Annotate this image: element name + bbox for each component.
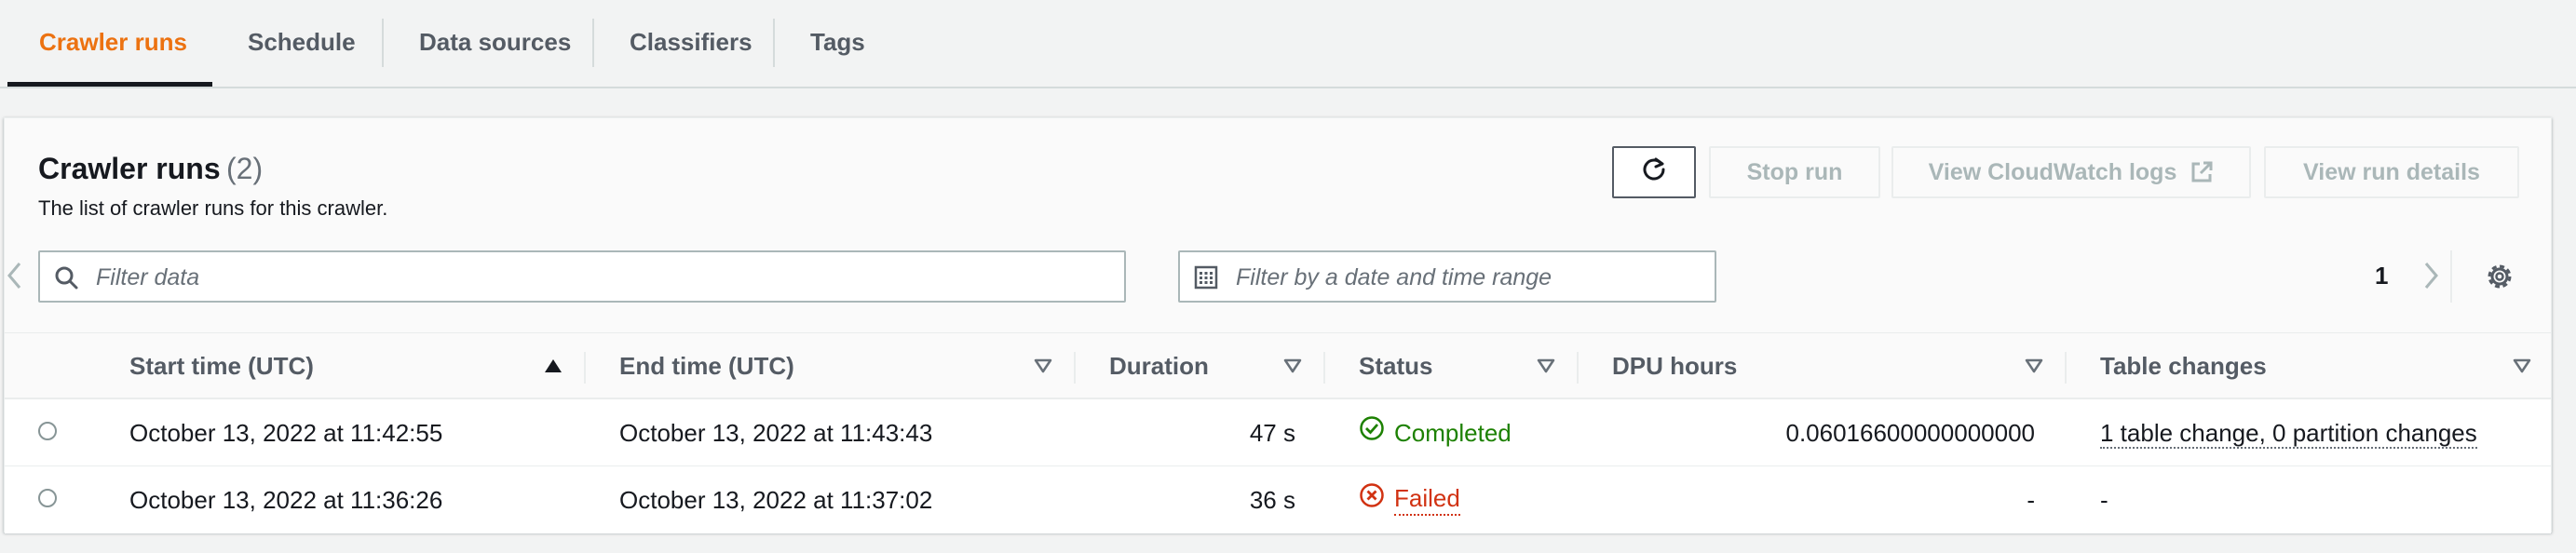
success-check-icon xyxy=(1359,399,1394,466)
gear-icon[interactable] xyxy=(2484,261,2515,297)
crawler-runs-panel: Crawler runs (2) The list of crawler run… xyxy=(4,117,2552,533)
filter-data-input[interactable] xyxy=(94,252,966,303)
tab-data-sources[interactable]: Data sources xyxy=(419,0,571,87)
pager-divider xyxy=(2450,250,2452,303)
status-text: Completed xyxy=(1394,419,1512,447)
duration-cell: 47 s xyxy=(1249,419,1295,447)
tab-divider xyxy=(773,19,775,67)
current-page-number[interactable]: 1 xyxy=(2375,262,2388,290)
tab-crawler-runs[interactable]: Crawler runs xyxy=(39,0,187,87)
calendar-icon xyxy=(1193,264,1219,295)
table-changes-cell: - xyxy=(2100,486,2108,514)
table-header: Start time (UTC) End time (UTC) Duration… xyxy=(5,332,2551,399)
sort-caret-down-icon[interactable] xyxy=(1536,356,1556,381)
start-time-cell: October 13, 2022 at 11:36:26 xyxy=(129,486,443,514)
tab-bar: Crawler runs Schedule Data sources Class… xyxy=(0,0,2576,88)
view-run-details-button[interactable]: View run details xyxy=(2264,146,2519,198)
column-divider xyxy=(1074,352,1076,384)
dpu-hours-cell: 0.06016600000000000 xyxy=(1785,419,2035,447)
tab-tags[interactable]: Tags xyxy=(810,0,865,87)
panel-title: Crawler runs xyxy=(38,152,221,185)
duration-cell: 36 s xyxy=(1249,486,1295,514)
column-divider xyxy=(1577,352,1579,384)
table-changes-link[interactable]: 1 table change, 0 partition changes xyxy=(2100,419,2477,449)
column-divider xyxy=(2065,352,2067,384)
view-cloudwatch-logs-label: View CloudWatch logs xyxy=(1928,158,2177,185)
table-row[interactable]: October 13, 2022 at 11:42:55 October 13,… xyxy=(5,399,2551,466)
column-dpu-hours[interactable]: DPU hours xyxy=(1612,333,1737,400)
external-link-icon xyxy=(2190,160,2214,184)
active-tab-indicator xyxy=(7,82,212,87)
refresh-icon xyxy=(1640,155,1668,190)
table-row[interactable]: October 13, 2022 at 11:36:26 October 13,… xyxy=(5,466,2551,533)
runs-count: (2) xyxy=(226,152,264,185)
view-run-details-label: View run details xyxy=(2303,158,2480,185)
error-x-icon xyxy=(1359,466,1394,533)
status-cell: Failed xyxy=(1359,466,1460,533)
row-select-radio[interactable] xyxy=(38,422,57,440)
sort-caret-down-icon[interactable] xyxy=(1033,356,1053,381)
column-divider xyxy=(1323,352,1325,384)
row-select-radio[interactable] xyxy=(38,489,57,507)
view-cloudwatch-logs-button[interactable]: View CloudWatch logs xyxy=(1891,146,2251,198)
end-time-cell: October 13, 2022 at 11:37:02 xyxy=(619,486,933,514)
status-cell: Completed xyxy=(1359,399,1512,466)
stop-run-button[interactable]: Stop run xyxy=(1709,146,1880,198)
column-divider xyxy=(584,352,586,384)
tab-classifiers[interactable]: Classifiers xyxy=(630,0,752,87)
column-status[interactable]: Status xyxy=(1359,333,1432,400)
status-text[interactable]: Failed xyxy=(1394,484,1460,516)
tab-schedule[interactable]: Schedule xyxy=(248,0,356,87)
column-start-time[interactable]: Start time (UTC) xyxy=(129,333,314,400)
start-time-cell: October 13, 2022 at 11:42:55 xyxy=(129,419,443,447)
panel-description: The list of crawler runs for this crawle… xyxy=(38,196,388,220)
tab-divider xyxy=(592,19,594,67)
sort-caret-down-icon[interactable] xyxy=(1282,356,1303,381)
refresh-button[interactable] xyxy=(1612,146,1696,198)
column-duration[interactable]: Duration xyxy=(1109,333,1209,400)
dpu-hours-cell: - xyxy=(2027,486,2035,514)
sort-ascending-icon[interactable] xyxy=(543,356,563,381)
sort-caret-down-icon[interactable] xyxy=(2024,356,2044,381)
next-page-icon[interactable] xyxy=(2420,260,2441,296)
date-range-filter-field[interactable] xyxy=(1178,250,1716,303)
tab-divider xyxy=(382,19,384,67)
stop-run-label: Stop run xyxy=(1746,158,1843,185)
filter-data-field[interactable] xyxy=(38,250,1126,303)
table-changes-cell: 1 table change, 0 partition changes xyxy=(2100,399,2477,466)
sort-caret-down-icon[interactable] xyxy=(2512,356,2532,381)
search-icon xyxy=(53,264,79,295)
column-end-time[interactable]: End time (UTC) xyxy=(619,333,794,400)
previous-page-icon[interactable] xyxy=(5,260,25,296)
end-time-cell: October 13, 2022 at 11:43:43 xyxy=(619,419,933,447)
date-range-input[interactable] xyxy=(1234,252,1666,303)
column-table-changes[interactable]: Table changes xyxy=(2100,333,2267,400)
